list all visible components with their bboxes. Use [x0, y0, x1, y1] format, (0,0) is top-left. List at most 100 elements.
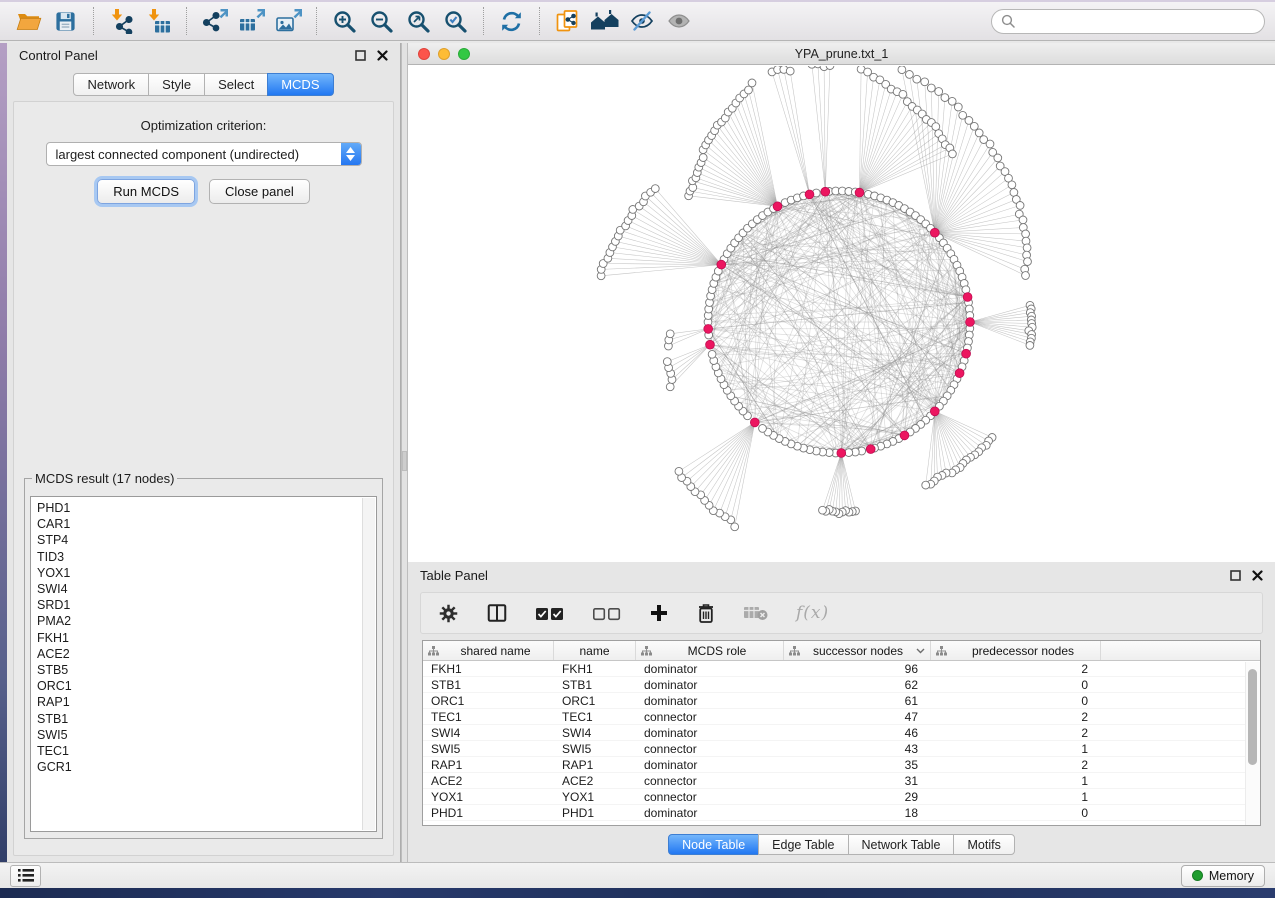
network-canvas[interactable] — [408, 66, 1275, 562]
mcds-result-list[interactable]: PHD1CAR1STP4TID3YOX1SWI4SRD1PMA2FKH1ACE2… — [32, 498, 361, 830]
zoom-selected-button[interactable] — [437, 5, 474, 38]
search-box[interactable] — [991, 9, 1265, 34]
mcds-result-item[interactable]: CAR1 — [37, 516, 361, 532]
create-column-button[interactable] — [649, 603, 669, 623]
mcds-result-item[interactable]: ACE2 — [37, 646, 361, 662]
cell-predecessor-nodes: 2 — [931, 758, 1101, 772]
table-row[interactable]: PHD1PHD1dominator180 — [423, 805, 1260, 821]
mcds-result-item[interactable]: STB1 — [37, 711, 361, 727]
export-network-button[interactable] — [196, 5, 233, 38]
cell-predecessor-nodes: 0 — [931, 678, 1101, 692]
import-table-button[interactable] — [140, 5, 177, 38]
zoom-fit-button[interactable] — [400, 5, 437, 38]
table-panel-header: Table Panel — [408, 562, 1275, 588]
mcds-result-item[interactable]: SWI4 — [37, 581, 361, 597]
table-scrollbar[interactable] — [1245, 662, 1260, 825]
run-mcds-button[interactable]: Run MCDS — [97, 179, 195, 204]
close-panel-x-button[interactable] — [377, 50, 388, 61]
table-row[interactable]: YOX1YOX1connector291 — [423, 789, 1260, 805]
cell-MCDS-role: connector — [636, 790, 784, 804]
mcds-result-item[interactable]: SRD1 — [37, 597, 361, 613]
memory-button[interactable]: Memory — [1181, 865, 1265, 887]
mcds-result-item[interactable]: GCR1 — [37, 759, 361, 775]
zoom-out-button[interactable] — [363, 5, 400, 38]
mcds-panel: Optimization criterion: largest connecte… — [13, 101, 394, 856]
tab-mcds[interactable]: MCDS — [267, 73, 333, 96]
cell-successor-nodes: 46 — [784, 726, 931, 740]
float-table-panel-button[interactable] — [1230, 570, 1241, 581]
mcds-result-item[interactable]: ORC1 — [37, 678, 361, 694]
mcds-result-title: MCDS result (17 nodes) — [32, 471, 177, 486]
first-neighbors-button[interactable] — [586, 5, 623, 38]
column-header-shared-name[interactable]: shared name — [423, 641, 554, 660]
select-all-button[interactable] — [535, 606, 565, 621]
node-table: shared namenameMCDS rolesuccessor nodesp… — [422, 640, 1261, 826]
mcds-result-item[interactable]: YOX1 — [37, 565, 361, 581]
export-table-button[interactable] — [233, 5, 270, 38]
window-zoom-button[interactable] — [458, 48, 470, 60]
cell-name: FKH1 — [554, 662, 636, 676]
cell-name: PHD1 — [554, 806, 636, 820]
delete-table-button[interactable] — [743, 604, 769, 622]
mcds-result-item[interactable]: STP4 — [37, 532, 361, 548]
zoom-in-button[interactable] — [326, 5, 363, 38]
table-row[interactable]: TEC1TEC1connector472 — [423, 709, 1260, 725]
table-row[interactable]: SWI4SWI4dominator462 — [423, 725, 1260, 741]
column-header-predecessor-nodes[interactable]: predecessor nodes — [931, 641, 1101, 660]
table-row[interactable]: ORC1ORC1dominator610 — [423, 693, 1260, 709]
column-header-successor-nodes[interactable]: successor nodes — [784, 641, 931, 660]
panel-splitter[interactable] — [401, 43, 408, 862]
mcds-result-scrollbar[interactable] — [362, 498, 375, 830]
open-file-button[interactable] — [10, 5, 47, 38]
table-row[interactable]: SWI5SWI5connector431 — [423, 741, 1260, 757]
mcds-result-item[interactable]: TID3 — [37, 549, 361, 565]
table-row[interactable]: RAP1RAP1dominator352 — [423, 757, 1260, 773]
hide-selected-button[interactable] — [623, 5, 660, 38]
cell-MCDS-role: dominator — [636, 758, 784, 772]
mcds-result-item[interactable]: PMA2 — [37, 613, 361, 629]
mcds-result-item[interactable]: FKH1 — [37, 630, 361, 646]
tab-select[interactable]: Select — [204, 73, 268, 96]
panel-menu-button[interactable] — [10, 865, 41, 887]
window-close-button[interactable] — [418, 48, 430, 60]
float-panel-button[interactable] — [355, 50, 366, 61]
delete-column-button[interactable] — [696, 602, 716, 624]
cell-predecessor-nodes: 1 — [931, 790, 1101, 804]
cell-shared-name: PHD1 — [423, 806, 554, 820]
table-scrollbar-thumb[interactable] — [1248, 669, 1257, 765]
save-session-button[interactable] — [47, 5, 84, 38]
deselect-all-button[interactable] — [592, 606, 622, 621]
refresh-button[interactable] — [493, 5, 530, 38]
export-image-button[interactable] — [270, 5, 307, 38]
table-settings-button[interactable] — [438, 603, 459, 624]
tab-motifs[interactable]: Motifs — [953, 834, 1014, 855]
table-row[interactable]: FKH1FKH1dominator962 — [423, 661, 1260, 677]
show-all-button[interactable] — [660, 5, 697, 38]
search-input[interactable] — [1021, 14, 1255, 29]
mcds-result-item[interactable]: TEC1 — [37, 743, 361, 759]
mcds-result-item[interactable]: PHD1 — [37, 500, 361, 516]
close-table-panel-button[interactable] — [1252, 570, 1263, 581]
show-column-panel-button[interactable] — [486, 602, 508, 624]
tab-network[interactable]: Network — [73, 73, 149, 96]
close-panel-button[interactable]: Close panel — [209, 179, 310, 204]
import-network-button[interactable] — [103, 5, 140, 38]
cell-predecessor-nodes: 1 — [931, 742, 1101, 756]
mcds-result-item[interactable]: STB5 — [37, 662, 361, 678]
column-header-MCDS-role[interactable]: MCDS role — [636, 641, 784, 660]
network-window-titlebar[interactable]: YPA_prune.txt_1 — [408, 43, 1275, 65]
window-minimize-button[interactable] — [438, 48, 450, 60]
tab-network-table[interactable]: Network Table — [848, 834, 955, 855]
optimization-criterion-select[interactable]: largest connected component (undirected) — [46, 142, 362, 166]
table-row[interactable]: STB1STB1dominator620 — [423, 677, 1260, 693]
table-row[interactable]: ACE2ACE2connector311 — [423, 773, 1260, 789]
new-network-from-selection-button[interactable] — [549, 5, 586, 38]
function-builder-button[interactable]: f(x) — [796, 603, 829, 623]
tab-style[interactable]: Style — [148, 73, 205, 96]
tab-node-table[interactable]: Node Table — [668, 834, 759, 855]
mcds-result-item[interactable]: SWI5 — [37, 727, 361, 743]
column-header-name[interactable]: name — [554, 641, 636, 660]
mcds-result-item[interactable]: RAP1 — [37, 694, 361, 710]
cell-shared-name: SWI4 — [423, 726, 554, 740]
tab-edge-table[interactable]: Edge Table — [758, 834, 848, 855]
